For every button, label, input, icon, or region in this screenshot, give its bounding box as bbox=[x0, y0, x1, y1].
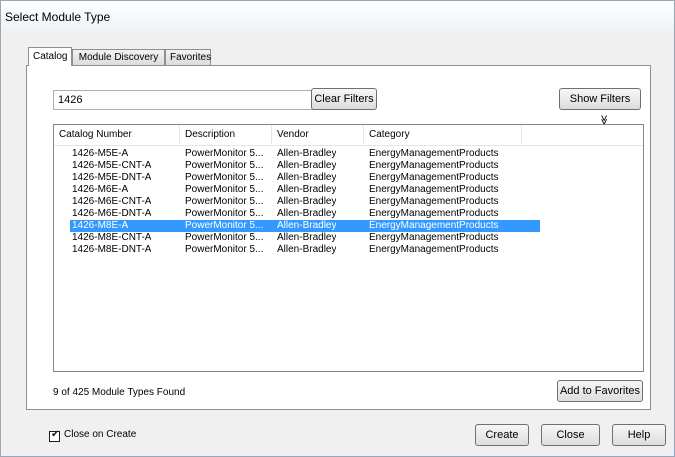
column-header-category[interactable]: Category bbox=[364, 125, 522, 144]
description-cell: PowerMonitor 5... bbox=[185, 160, 264, 171]
column-header-description[interactable]: Description bbox=[180, 125, 272, 144]
vendor-cell: Allen-Bradley bbox=[277, 196, 337, 207]
category-cell: EnergyManagementProducts bbox=[369, 208, 499, 219]
description-cell: PowerMonitor 5... bbox=[185, 184, 264, 195]
catalog-number-cell: 1426-M5E-CNT-A bbox=[72, 160, 152, 171]
category-cell: EnergyManagementProducts bbox=[369, 172, 499, 183]
description-cell: PowerMonitor 5... bbox=[185, 220, 264, 231]
table-row-selected[interactable]: 1426-M8E-A PowerMonitor 5... Allen-Bradl… bbox=[70, 220, 540, 232]
tab-module-discovery[interactable]: Module Discovery bbox=[72, 49, 165, 65]
table-row[interactable]: 1426-M6E-CNT-A PowerMonitor 5... Allen-B… bbox=[54, 196, 643, 208]
vendor-cell: Allen-Bradley bbox=[277, 220, 337, 231]
module-count-status: 9 of 425 Module Types Found bbox=[53, 387, 186, 398]
close-button[interactable]: Close bbox=[541, 424, 600, 446]
vendor-cell: Allen-Bradley bbox=[277, 232, 337, 243]
show-filters-label: Show Filters bbox=[569, 93, 631, 105]
select-module-type-dialog: Select Module Type Catalog Module Discov… bbox=[0, 0, 675, 457]
catalog-panel: Clear Filters Show Filters ≫ Catalog Num… bbox=[26, 65, 651, 410]
category-cell: EnergyManagementProducts bbox=[369, 232, 499, 243]
title-bar: Select Module Type bbox=[1, 1, 674, 31]
vendor-cell: Allen-Bradley bbox=[277, 172, 337, 183]
table-row[interactable]: 1426-M6E-A PowerMonitor 5... Allen-Bradl… bbox=[54, 184, 643, 196]
catalog-number-cell: 1426-M6E-DNT-A bbox=[72, 208, 152, 219]
catalog-number-cell: 1426-M5E-A bbox=[72, 148, 129, 159]
description-cell: PowerMonitor 5... bbox=[185, 244, 264, 255]
close-on-create-label[interactable]: Close on Create bbox=[64, 429, 136, 440]
show-filters-button[interactable]: Show Filters ≫ bbox=[559, 88, 641, 125]
column-header-vendor[interactable]: Vendor bbox=[272, 125, 364, 144]
catalog-number-cell: 1426-M8E-DNT-A bbox=[72, 244, 152, 255]
dialog-title: Select Module Type bbox=[5, 10, 111, 24]
module-list[interactable]: Catalog Number Description Vendor Catego… bbox=[53, 124, 644, 372]
category-cell: EnergyManagementProducts bbox=[369, 184, 499, 195]
tab-catalog[interactable]: Catalog bbox=[28, 47, 72, 66]
description-cell: PowerMonitor 5... bbox=[185, 232, 264, 243]
category-cell: EnergyManagementProducts bbox=[369, 244, 499, 255]
vendor-cell: Allen-Bradley bbox=[277, 184, 337, 195]
checkmark-icon: ✔ bbox=[51, 429, 60, 440]
description-cell: PowerMonitor 5... bbox=[185, 172, 264, 183]
description-cell: PowerMonitor 5... bbox=[185, 196, 264, 207]
description-cell: PowerMonitor 5... bbox=[185, 208, 264, 219]
vendor-cell: Allen-Bradley bbox=[277, 244, 337, 255]
catalog-number-cell: 1426-M6E-CNT-A bbox=[72, 196, 152, 207]
table-row[interactable]: 1426-M5E-DNT-A PowerMonitor 5... Allen-B… bbox=[54, 172, 643, 184]
vendor-cell: Allen-Bradley bbox=[277, 160, 337, 171]
column-header-catalog-number[interactable]: Catalog Number bbox=[54, 125, 180, 144]
catalog-number-cell: 1426-M6E-A bbox=[72, 184, 129, 195]
close-on-create-checkbox[interactable]: ✔ bbox=[49, 429, 60, 442]
table-row[interactable]: 1426-M5E-CNT-A PowerMonitor 5... Allen-B… bbox=[54, 160, 643, 172]
catalog-number-cell: 1426-M8E-CNT-A bbox=[72, 232, 152, 243]
table-row[interactable]: 1426-M5E-A PowerMonitor 5... Allen-Bradl… bbox=[54, 148, 643, 160]
module-list-header: Catalog Number Description Vendor Catego… bbox=[54, 125, 643, 146]
vendor-cell: Allen-Bradley bbox=[277, 208, 337, 219]
catalog-number-cell: 1426-M5E-DNT-A bbox=[72, 172, 152, 183]
tab-favorites[interactable]: Favorites bbox=[165, 49, 211, 65]
add-to-favorites-button[interactable]: Add to Favorites bbox=[557, 380, 643, 402]
category-cell: EnergyManagementProducts bbox=[369, 220, 499, 231]
catalog-number-cell: 1426-M8E-A bbox=[72, 220, 129, 231]
table-row[interactable]: 1426-M8E-CNT-A PowerMonitor 5... Allen-B… bbox=[54, 232, 643, 244]
table-row[interactable]: 1426-M6E-DNT-A PowerMonitor 5... Allen-B… bbox=[54, 208, 643, 220]
category-cell: EnergyManagementProducts bbox=[369, 196, 499, 207]
category-cell: EnergyManagementProducts bbox=[369, 148, 499, 159]
category-cell: EnergyManagementProducts bbox=[369, 160, 499, 171]
clear-filters-button[interactable]: Clear Filters bbox=[311, 88, 377, 110]
description-cell: PowerMonitor 5... bbox=[185, 148, 264, 159]
table-row[interactable]: 1426-M8E-DNT-A PowerMonitor 5... Allen-B… bbox=[54, 244, 643, 256]
search-input[interactable] bbox=[53, 90, 313, 110]
create-button[interactable]: Create bbox=[475, 424, 529, 446]
vendor-cell: Allen-Bradley bbox=[277, 148, 337, 159]
help-button[interactable]: Help bbox=[612, 424, 666, 446]
